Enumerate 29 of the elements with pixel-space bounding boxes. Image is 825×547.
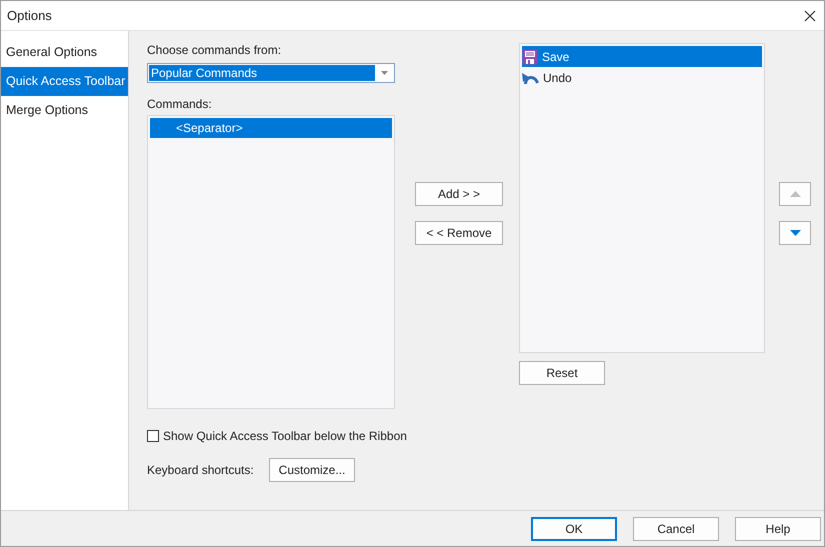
dialog-button[interactable]: Cancel bbox=[633, 516, 719, 540]
list-label: Commands: bbox=[147, 97, 213, 113]
commands-list[interactable]: <Separator> bbox=[147, 115, 395, 409]
up-arrow-icon bbox=[790, 191, 800, 197]
customize-button[interactable]: Customize... bbox=[269, 458, 355, 482]
window-title: Options bbox=[7, 8, 52, 23]
sidebar-item[interactable]: Merge Options bbox=[1, 96, 128, 125]
checkbox-label[interactable]: Show Quick Access Toolbar below the Ribbon bbox=[163, 429, 407, 443]
field-label: Choose commands from: bbox=[147, 43, 282, 59]
commands-dropdown[interactable]: Popular Commands bbox=[147, 63, 395, 83]
dialog-button[interactable]: Help bbox=[735, 516, 821, 540]
down-arrow-icon bbox=[790, 230, 800, 236]
add-button[interactable]: Add > > bbox=[415, 182, 503, 206]
undo-icon bbox=[522, 70, 539, 84]
checkbox[interactable] bbox=[147, 430, 159, 442]
remove-button[interactable]: < < Remove bbox=[415, 221, 503, 245]
sidebar-item[interactable]: Quick Access Toolbar bbox=[1, 67, 128, 96]
dialog-button[interactable]: OK bbox=[531, 516, 617, 540]
sidebar-item[interactable]: General Options bbox=[1, 38, 128, 67]
list-item-label: Save bbox=[542, 50, 570, 64]
reset-button[interactable]: Reset bbox=[519, 361, 605, 385]
list-item-highlight[interactable]: Save bbox=[522, 46, 762, 67]
toolbar-list[interactable]: Save Undo bbox=[519, 43, 765, 353]
field-label: Keyboard shortcuts: bbox=[147, 463, 255, 477]
dropdown-arrow-icon bbox=[380, 71, 388, 75]
list-item[interactable]: <Separator> bbox=[150, 118, 392, 138]
list-item[interactable]: Undo bbox=[543, 70, 572, 84]
move-down-button[interactable] bbox=[779, 221, 811, 245]
close-icon[interactable] bbox=[804, 10, 816, 22]
